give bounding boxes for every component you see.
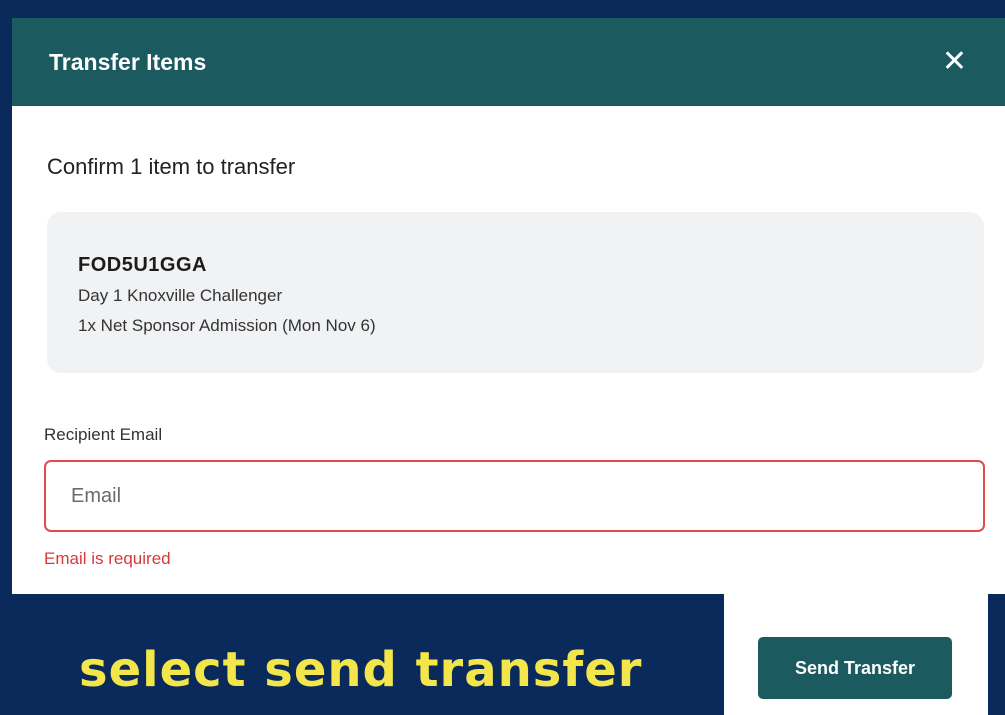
modal-title: Transfer Items xyxy=(49,48,207,75)
recipient-email-label: Recipient Email xyxy=(44,425,163,444)
email-error-message: Email is required xyxy=(44,549,171,568)
confirm-heading: Confirm 1 item to transfer xyxy=(47,154,296,179)
item-card: FOD5U1GGA Day 1 Knoxville Challenger 1x … xyxy=(47,212,984,373)
modal-footer: Send Transfer xyxy=(724,594,988,715)
item-description: 1x Net Sponsor Admission (Mon Nov 6) xyxy=(78,316,376,335)
recipient-email-input[interactable] xyxy=(44,460,985,532)
transfer-modal: Transfer Items ✕ Confirm 1 item to trans… xyxy=(12,18,1005,594)
instruction-caption: select send transfer xyxy=(79,642,643,698)
item-code: FOD5U1GGA xyxy=(78,254,207,276)
send-transfer-button[interactable]: Send Transfer xyxy=(758,637,952,699)
close-icon[interactable]: ✕ xyxy=(942,47,967,77)
modal-header: Transfer Items ✕ xyxy=(12,18,1005,106)
item-event: Day 1 Knoxville Challenger xyxy=(78,286,283,305)
